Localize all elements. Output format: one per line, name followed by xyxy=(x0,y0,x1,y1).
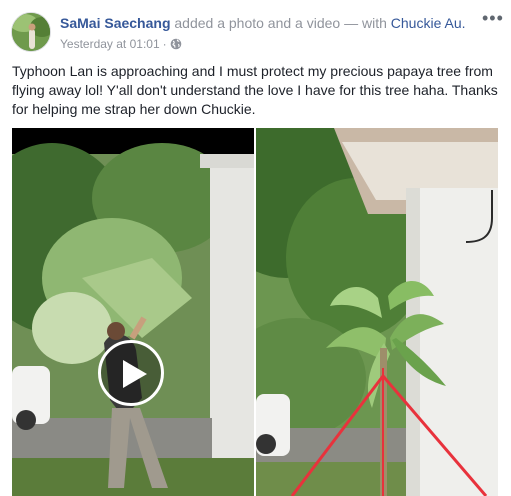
tagged-user-link[interactable]: Chuckie Au. xyxy=(391,15,466,31)
post-action-text: added a photo and a video — with xyxy=(170,15,391,31)
meta-separator: · xyxy=(162,37,167,51)
facebook-post: SaMai Saechang added a photo and a video… xyxy=(0,0,511,496)
photo-scene xyxy=(256,128,498,496)
author-avatar[interactable] xyxy=(11,12,51,52)
post-timestamp-link[interactable]: Yesterday at 01:01 xyxy=(60,37,160,51)
video-scene xyxy=(12,128,254,496)
photo-thumbnail[interactable] xyxy=(256,128,498,496)
post-header: SaMai Saechang added a photo and a video… xyxy=(60,14,475,32)
play-icon xyxy=(123,360,147,388)
play-button[interactable] xyxy=(98,340,164,406)
globe-icon[interactable] xyxy=(170,38,182,54)
post-meta: Yesterday at 01:01 · xyxy=(60,36,182,54)
author-name-link[interactable]: SaMai Saechang xyxy=(60,15,171,31)
video-thumbnail[interactable] xyxy=(12,128,254,496)
post-caption: Typhoon Lan is approaching and I must pr… xyxy=(12,63,498,117)
post-media xyxy=(12,128,498,496)
more-options-icon[interactable]: ••• xyxy=(482,9,503,30)
